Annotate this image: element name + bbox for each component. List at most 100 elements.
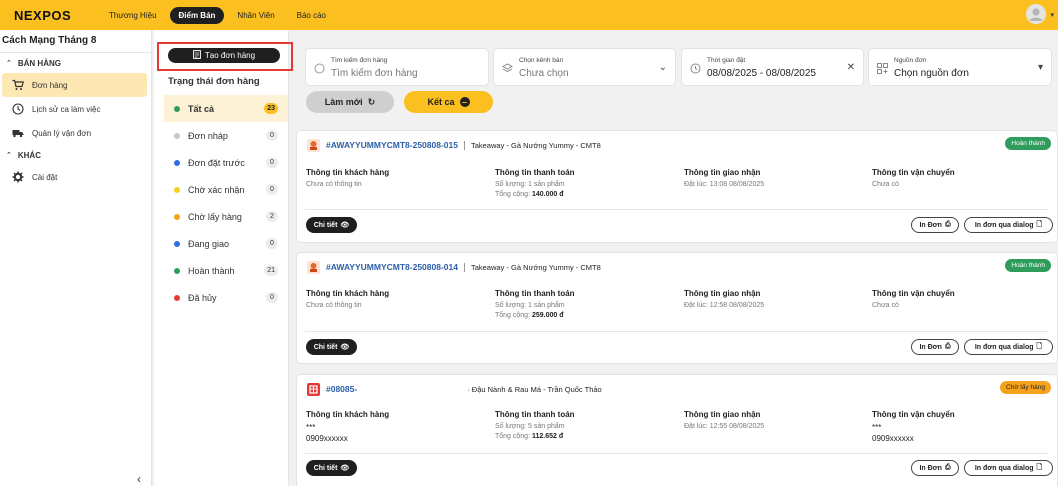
- payment-info: Thông tin thanh toán Số lượng: 5 sản phẩ…: [495, 410, 675, 442]
- delivery-info: Thông tin giao nhận Đặt lúc: 13:08 08/08…: [684, 168, 864, 190]
- print-button[interactable]: In Đơn ⎙: [911, 217, 959, 233]
- print-dialog-label: In đơn qua dialog: [974, 221, 1034, 229]
- status-dot: [174, 159, 180, 166]
- status-dot: [174, 267, 180, 274]
- user-avatar[interactable]: [1026, 4, 1046, 24]
- sidebar-group-label: KHÁC: [17, 150, 41, 160]
- create-order-label: Tạo đơn hàng: [204, 51, 256, 60]
- print-dialog-button[interactable]: In đơn qua dialog 🗋: [964, 339, 1053, 355]
- status-label: Chờ xác nhận: [188, 184, 245, 195]
- ordered-at-value: 12:55 08/08/2025: [709, 423, 765, 430]
- channel-select[interactable]: Chọn kênh bán Chưa chọn ⌄: [493, 48, 676, 86]
- status-item-cancelled[interactable]: Đã hủy 0: [164, 284, 288, 311]
- sidebar-item-orders[interactable]: Đơn hàng: [2, 73, 147, 97]
- status-label: Tất cả: [188, 103, 215, 114]
- refresh-button[interactable]: Làm mới ↻: [306, 91, 394, 113]
- search-input[interactable]: Tìm kiếm đơn hàng: [331, 68, 418, 79]
- status-label: Chờ lấy hàng: [188, 211, 242, 222]
- user-menu-caret-icon[interactable]: ▾: [1050, 11, 1054, 19]
- status-dot: [174, 294, 180, 301]
- end-shift-label: Kết ca: [427, 97, 455, 107]
- shop-name: Cách Mạng Tháng 8: [2, 35, 97, 46]
- clear-icon[interactable]: ✕: [847, 62, 855, 73]
- source-select[interactable]: Nguồn đơn Chọn nguồn đơn ▾: [868, 48, 1052, 86]
- sidebar-item-label: Lịch sử ca làm việc: [32, 104, 101, 114]
- status-item-preorder[interactable]: Đơn đặt trước 0: [164, 149, 288, 176]
- status-item-completed[interactable]: Hoàn thành 21: [164, 257, 288, 284]
- payment-heading: Thông tin thanh toán: [495, 168, 575, 177]
- detail-button[interactable]: Chi tiết 👁: [306, 460, 357, 476]
- sidebar-group-sales[interactable]: ⌃ BÁN HÀNG: [0, 53, 151, 73]
- sidebar-item-label: Cài đặt: [32, 172, 58, 182]
- search-filter[interactable]: Tìm kiếm đơn hàng Tìm kiếm đơn hàng: [305, 48, 489, 86]
- nav-staff[interactable]: Nhân Viên: [228, 7, 283, 24]
- receipt-icon: [193, 50, 201, 61]
- source-value: Chọn nguồn đơn: [894, 68, 969, 79]
- quantity-line: Số lượng: 1 sản phẩm: [495, 301, 675, 311]
- print-dialog-button[interactable]: In đơn qua dialog 🗋: [964, 217, 1053, 233]
- detail-button[interactable]: Chi tiết 👁: [306, 339, 357, 355]
- card-divider: [305, 209, 1049, 210]
- print-button[interactable]: In Đơn ⎙: [911, 460, 959, 476]
- order-channel: Takeaway - Gà Nướng Yummy - CMT8: [470, 262, 601, 272]
- shipping-heading: Thông tin vận chuyển: [872, 289, 955, 298]
- status-item-awaiting-confirm[interactable]: Chờ xác nhận 0: [164, 176, 288, 203]
- status-label: Đơn nháp: [188, 130, 228, 141]
- detail-button[interactable]: Chi tiết 👁: [306, 217, 357, 233]
- sidebar-item-settings[interactable]: Cài đặt: [2, 165, 147, 189]
- time-filter[interactable]: Thời gian đặt 08/08/2025 - 08/08/2025 ✕: [681, 48, 864, 86]
- delivery-heading: Thông tin giao nhận: [684, 168, 761, 177]
- chevron-up-icon: ⌃: [6, 152, 12, 159]
- time-value[interactable]: 08/08/2025 - 08/08/2025: [707, 68, 816, 79]
- total-label: Tổng cộng:: [495, 191, 531, 198]
- document-icon: 🗋: [1036, 463, 1043, 471]
- order-code[interactable]: #AWAYYUMMYCMT8-250808-014: [326, 262, 458, 272]
- sidebar-group-other[interactable]: ⌃ KHÁC: [0, 145, 151, 165]
- status-count: 0: [266, 157, 278, 168]
- status-label: Đơn đặt trước: [188, 157, 245, 168]
- shipping-info: Thông tin vận chuyển Chưa có: [872, 289, 1052, 311]
- store-logo-icon: [307, 260, 320, 274]
- status-label: Đang giao: [188, 238, 230, 249]
- customer-name: ***: [306, 423, 316, 432]
- ordered-at-label: Đặt lúc:: [684, 302, 708, 309]
- order-channel-name: Đậu Nành & Rau Má - Trần Quốc Thảo: [471, 384, 602, 394]
- print-button[interactable]: In Đơn ⎙: [911, 339, 959, 355]
- total-line: Tổng cộng: 112.652 đ: [495, 432, 675, 442]
- ordered-at-line: Đặt lúc: 12:58 08/08/2025: [684, 301, 864, 311]
- collapse-sidebar-icon[interactable]: ‹: [137, 472, 141, 486]
- nav-report[interactable]: Báo cáo: [288, 7, 335, 24]
- status-item-awaiting-pickup[interactable]: Chờ lấy hàng 2: [164, 203, 288, 230]
- layers-icon: [502, 63, 513, 73]
- ordered-at-value: 12:58 08/08/2025: [709, 302, 765, 309]
- status-count: 21: [264, 265, 278, 276]
- sidebar-item-shipments[interactable]: Quản lý vận đơn: [2, 121, 147, 145]
- channel-label: Chọn kênh bán: [519, 57, 564, 64]
- end-shift-button[interactable]: Kết ca –: [404, 91, 493, 113]
- order-code[interactable]: #AWAYYUMMYCMT8-250808-015: [326, 140, 458, 150]
- status-item-all[interactable]: Tất cả 23: [164, 95, 288, 122]
- status-count: 2: [266, 211, 278, 222]
- create-order-button[interactable]: Tạo đơn hàng: [168, 48, 280, 63]
- status-dot: [174, 186, 180, 193]
- document-icon: 🗋: [1036, 342, 1043, 350]
- order-channel: Takeaway - Gà Nướng Yummy - CMT8: [470, 140, 601, 150]
- customer-heading: Thông tin khách hàng: [306, 168, 390, 177]
- print-dialog-button[interactable]: In đơn qua dialog 🗋: [964, 460, 1053, 476]
- order-code[interactable]: #08085-: [326, 384, 357, 394]
- grid-icon: [877, 63, 888, 74]
- ordered-at-label: Đặt lúc:: [684, 423, 708, 430]
- status-dot: [174, 105, 180, 112]
- sidebar-group-label: BÁN HÀNG: [17, 58, 61, 68]
- status-item-draft[interactable]: Đơn nháp 0: [164, 122, 288, 149]
- delivery-info: Thông tin giao nhận Đặt lúc: 12:55 08/08…: [684, 410, 864, 432]
- cart-icon: [12, 79, 24, 91]
- sidebar-item-shift-history[interactable]: Lịch sử ca làm việc: [2, 97, 147, 121]
- order-card: #08085- · Đậu Nành & Rau Má - Trần Quốc …: [296, 374, 1058, 486]
- nav-store[interactable]: Điểm Bán: [169, 6, 225, 24]
- order-status-panel: Tạo đơn hàng Trạng thái đơn hàng Tất cả 2…: [154, 30, 293, 486]
- status-item-delivering[interactable]: Đang giao 0: [164, 230, 288, 257]
- nav-brand[interactable]: Thương Hiệu: [100, 7, 166, 24]
- ordered-at-value: 13:08 08/08/2025: [709, 181, 765, 188]
- app-logo[interactable]: NEXPOS: [14, 8, 94, 23]
